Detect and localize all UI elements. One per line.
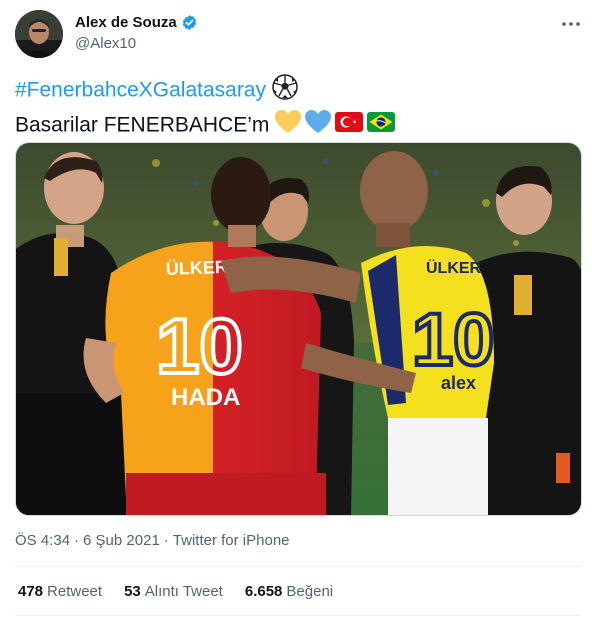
flag-turkey-icon bbox=[335, 112, 364, 140]
more-options-icon[interactable] bbox=[561, 14, 581, 34]
likes-stat[interactable]: 6.658 Beğeni bbox=[245, 583, 333, 600]
author-block: Alex de Souza @Alex10 bbox=[75, 12, 198, 52]
right-jersey-number: 10 bbox=[412, 298, 494, 381]
tweet-line-2: Basarilar FENERBAHCE’m bbox=[15, 113, 270, 137]
tweet-meta: ÖS 4:34 · 6 Şub 2021 · Twitter for iPhon… bbox=[15, 532, 290, 549]
flag-brazil-icon bbox=[367, 112, 396, 140]
tweet-source[interactable]: Twitter for iPhone bbox=[173, 532, 290, 549]
tweet-text: #FenerbahceXGalatasaray Basarilar FENERB… bbox=[15, 74, 396, 142]
meta-separator: · bbox=[163, 532, 169, 549]
right-jersey-sponsor: ÜLKER bbox=[426, 258, 482, 277]
retweets-label: Retweet bbox=[47, 583, 103, 600]
retweets-stat[interactable]: 478 Retweet bbox=[18, 583, 102, 600]
left-jersey-number: 10 bbox=[156, 302, 243, 390]
likes-count: 6.658 bbox=[244, 583, 283, 600]
left-jersey-sponsor: ÜLKER bbox=[165, 257, 228, 279]
likes-label: Beğeni bbox=[286, 583, 334, 600]
verified-badge-icon bbox=[181, 14, 198, 31]
hashtag-link[interactable]: #FenerbahceXGalatasaray bbox=[15, 79, 266, 102]
tweet-stats: 478 Retweet 53 Alıntı Tweet 6.658 Beğeni bbox=[18, 583, 333, 600]
tweet: Alex de Souza @Alex10 #FenerbahceXGalata… bbox=[0, 0, 596, 617]
quotes-stat[interactable]: 53 Alıntı Tweet bbox=[124, 583, 223, 600]
retweets-count: 478 bbox=[18, 583, 44, 600]
tweet-date[interactable]: 6 Şub 2021 bbox=[83, 532, 160, 549]
divider bbox=[15, 566, 581, 567]
left-jersey-name: HADA bbox=[171, 384, 240, 411]
quotes-label: Alıntı Tweet bbox=[144, 583, 223, 600]
blue-heart-icon bbox=[305, 110, 332, 142]
quotes-count: 53 bbox=[124, 583, 141, 600]
tweet-photo[interactable]: ÜLKER 10 HADA ÜLKER 10 alex bbox=[15, 142, 582, 516]
author-handle[interactable]: @Alex10 bbox=[75, 35, 198, 52]
avatar[interactable] bbox=[15, 10, 63, 58]
divider bbox=[15, 615, 581, 616]
tweet-time[interactable]: ÖS 4:34 bbox=[15, 532, 70, 549]
yellow-heart-icon bbox=[275, 110, 302, 142]
meta-separator: · bbox=[74, 532, 80, 549]
soccer-ball-icon bbox=[272, 74, 298, 108]
right-jersey-name: alex bbox=[441, 373, 476, 393]
author-name[interactable]: Alex de Souza bbox=[75, 14, 177, 31]
